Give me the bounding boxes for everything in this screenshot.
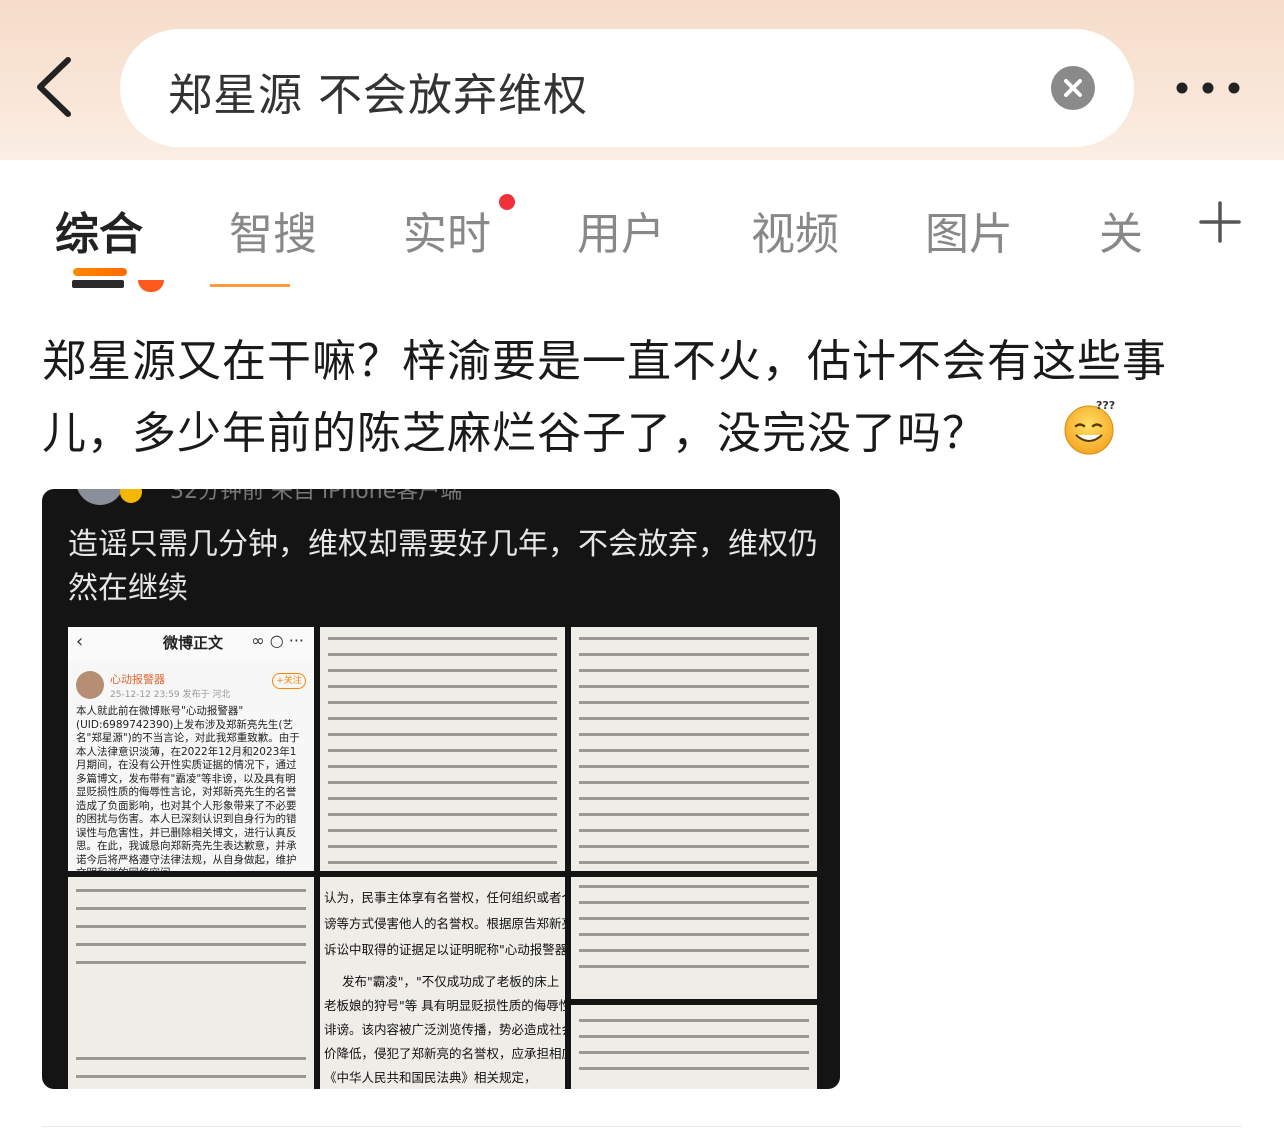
avatar [76, 671, 104, 699]
tab-users[interactable]: 用户 [577, 198, 665, 262]
tab-smart-search[interactable]: 智搜 [229, 198, 317, 262]
more-options-button[interactable] [1170, 72, 1246, 104]
search-tabs: 综合 智搜 实时 用户 视频 图片 关 [0, 160, 1284, 290]
search-query-text: 郑星源 不会放弃维权 [168, 70, 588, 121]
search-header: 郑星源 不会放弃维权 [0, 0, 1284, 160]
tab-videos[interactable]: 视频 [751, 198, 839, 262]
panel-title: 微博正文 [163, 634, 224, 652]
dizzy-face-emoji-icon: ??? [1060, 395, 1122, 457]
svg-text:???: ??? [1096, 399, 1115, 412]
image-post-meta-row: 32分钟前 来自 iPhone客户端 [42, 489, 840, 505]
tab-following[interactable]: 关 [1099, 198, 1143, 262]
close-icon [1064, 79, 1082, 97]
judgment-line: 发布"霸凌"，"不仅成功成了老板的床上 [342, 974, 560, 989]
panel-toolbar-icons: ∞ ○ ··· [251, 631, 304, 650]
judgment-line: 老板娘的狩号"等 具有明显贬损性质的侮辱性 [324, 998, 565, 1013]
image-post-meta: 32分钟前 来自 iPhone客户端 [170, 489, 463, 504]
tab-comprehensive[interactable]: 综合 [55, 198, 143, 262]
judgment-line: 诽谤。该内容被广泛浏览传播，势必造成社会 [324, 1022, 565, 1037]
image-panel-judgment-2: 发布"霸凌"，"不仅成功成了老板的床上 老板娘的狩号"等 具有明显贬损性质的侮辱… [320, 966, 565, 1089]
judgment-line: 谤等方式侵害他人的名誉权。根据原告郑新亮 [324, 916, 565, 931]
avatar [76, 489, 124, 505]
image-panel-weibo-post: ‹ 微博正文 ∞ ○ ··· 心动报警器 25-12-12 23:59 发布于 … [68, 627, 314, 871]
judgment-line: 诉讼中取得的证据足以证明昵称"心动报警器" [324, 942, 565, 957]
active-tab-indicator [73, 268, 127, 276]
judgment-line: 价降低，侵犯了郑新亮的名誉权，应承担相应 [324, 1046, 565, 1061]
search-input[interactable]: 郑星源 不会放弃维权 [120, 29, 1134, 147]
plus-icon [1199, 201, 1241, 243]
image-caption-text: 造谣只需几分钟，维权却需要好几年，不会放弃，维权仍然在继续 [68, 527, 818, 606]
judgment-line: 《中华人民共和国民法典》相关规定， [324, 1070, 537, 1085]
scrolled-post-header-remnant [60, 280, 300, 296]
panel-body-text: 本人就此前在微博账号"心动报警器"(UID:6989742390)上发布涉及郑新… [76, 705, 300, 871]
tabs-fade-overlay [1140, 175, 1200, 275]
image-panel-document-4 [571, 877, 817, 999]
image-panel-document-3 [68, 877, 314, 1089]
image-panel-document-1 [320, 627, 565, 871]
tab-images[interactable]: 图片 [925, 198, 1013, 262]
post-image[interactable]: 32分钟前 来自 iPhone客户端 造谣只需几分钟，维权却需要好几年，不会放弃… [42, 489, 840, 1089]
chevron-left-icon [37, 57, 71, 117]
verified-badge-icon [120, 489, 142, 503]
image-panel-document-5 [571, 1005, 817, 1089]
panel-follow-button: +关注 [272, 673, 306, 689]
realtime-new-badge [499, 194, 515, 210]
back-button[interactable] [28, 52, 88, 122]
add-tab-button[interactable] [1198, 200, 1242, 244]
more-dots-icon [1176, 82, 1240, 94]
panel-time: 25-12-12 23:59 发布于 河北 [110, 690, 231, 700]
image-panel-document-2 [571, 627, 817, 871]
chevron-left-icon: ‹ [76, 631, 84, 652]
judgment-line: 认为，民事主体享有名誉权，任何组织或者个人 [324, 890, 565, 905]
panel-author: 心动报警器 [110, 673, 165, 686]
post-divider [42, 1126, 1242, 1127]
tab-realtime[interactable]: 实时 [403, 198, 491, 262]
clear-search-button[interactable] [1051, 66, 1095, 110]
